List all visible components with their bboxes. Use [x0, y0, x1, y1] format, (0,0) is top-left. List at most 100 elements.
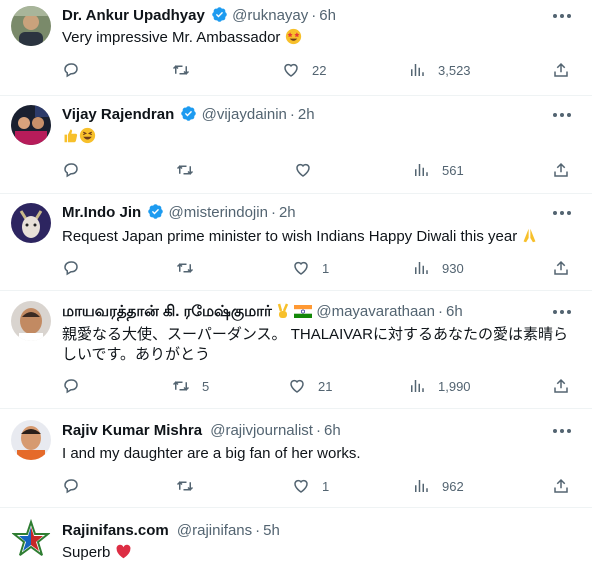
tweet-text: 親愛なる大使、スーパーダンス。 THALAIVARに対するあなたの愛は素晴らしい…: [62, 326, 568, 363]
tweet-text: I and my daughter are a big fan of her w…: [62, 445, 361, 462]
analytics-icon: [415, 164, 428, 176]
reply-icon: [64, 63, 78, 78]
views-button[interactable]: 962: [412, 476, 464, 496]
retweet-button[interactable]: [176, 160, 206, 180]
reply-button[interactable]: [62, 476, 92, 496]
retweet-button[interactable]: 5: [172, 376, 209, 396]
avatar[interactable]: [11, 301, 51, 341]
retweet-icon: [176, 481, 194, 491]
like-button[interactable]: 22: [282, 60, 326, 80]
red-heart-emoji-icon: [116, 544, 131, 559]
retweet-icon: [172, 381, 190, 391]
tweet-actions: 5 21 1,990: [62, 376, 578, 396]
timestamp[interactable]: 2h: [279, 204, 296, 221]
share-icon: [554, 260, 568, 275]
avatar[interactable]: [11, 203, 51, 243]
more-options-icon[interactable]: [552, 109, 572, 121]
retweet-button[interactable]: [172, 60, 202, 80]
folded-hands-emoji-icon: [523, 228, 536, 243]
display-name[interactable]: Mr.Indo Jin: [62, 204, 141, 221]
like-button[interactable]: 1: [292, 258, 329, 278]
heart-icon: [294, 261, 308, 275]
tweet[interactable]: Rajiv Kumar Mishra @rajivjournalist · 6h I…: [0, 410, 592, 508]
display-name[interactable]: Rajiv Kumar Mishra: [62, 422, 202, 439]
heart-icon: [296, 163, 310, 177]
tweet-actions: 22 3,523: [62, 60, 578, 80]
timestamp[interactable]: 6h: [446, 303, 463, 320]
retweet-icon: [176, 165, 194, 175]
star-struck-emoji-icon: [285, 28, 301, 45]
reply-button[interactable]: [62, 60, 92, 80]
more-options-icon[interactable]: [552, 425, 572, 437]
retweet-button[interactable]: [176, 258, 206, 278]
reply-button[interactable]: [62, 160, 92, 180]
display-name[interactable]: Vijay Rajendran: [62, 106, 174, 123]
like-button[interactable]: 21: [288, 376, 332, 396]
share-icon: [554, 162, 568, 177]
heart-icon: [290, 379, 304, 393]
tweet[interactable]: Dr. Ankur Upadhyay @ruknayay · 6h Very imp…: [0, 0, 592, 96]
share-icon: [554, 478, 568, 493]
views-button[interactable]: 1,990: [408, 376, 471, 396]
tweet-header: Mr.Indo Jin @misterindojin · 2h: [62, 204, 296, 221]
avatar[interactable]: [11, 105, 51, 145]
handle[interactable]: @ruknayay: [232, 7, 308, 24]
share-button[interactable]: [552, 258, 570, 278]
handle[interactable]: @rajivjournalist: [210, 422, 313, 439]
verified-badge-icon: [148, 204, 164, 219]
avatar[interactable]: [11, 420, 51, 460]
victory-hand-emoji-icon: [276, 303, 290, 319]
share-button[interactable]: [552, 476, 570, 496]
avatar[interactable]: [11, 6, 51, 46]
display-name[interactable]: Dr. Ankur Upadhyay: [62, 7, 205, 24]
views-button[interactable]: 561: [412, 160, 464, 180]
analytics-icon: [415, 262, 428, 274]
views-button[interactable]: 930: [412, 258, 464, 278]
tweet-header: Dr. Ankur Upadhyay @ruknayay · 6h: [62, 7, 336, 24]
display-name[interactable]: Rajinifans.com: [62, 522, 169, 539]
grinning-squinting-emoji-icon: [79, 127, 96, 144]
heart-icon: [284, 63, 298, 77]
handle[interactable]: @rajinifans: [177, 522, 252, 539]
tweet-header: Vijay Rajendran @vijaydainin · 2h: [62, 106, 315, 123]
india-flag-icon: [294, 304, 313, 318]
more-options-icon[interactable]: [552, 10, 572, 22]
reply-feed: Dr. Ankur Upadhyay @ruknayay · 6h Very imp…: [0, 0, 592, 566]
reply-icon: [64, 261, 78, 276]
retweet-icon: [176, 263, 194, 273]
verified-badge-icon: [181, 106, 197, 121]
timestamp[interactable]: 6h: [319, 7, 336, 24]
handle[interactable]: @mayavarathaan: [316, 303, 435, 320]
tweet-actions: 561: [62, 160, 578, 180]
handle[interactable]: @misterindojin: [169, 204, 268, 221]
tweet-header: மாயவரத்தான் கி. ரமேஷ்குமார் @mayavaratha…: [62, 303, 463, 320]
avatar[interactable]: [11, 519, 51, 559]
tweet-actions: 1 962: [62, 476, 578, 496]
views-button[interactable]: 3,523: [408, 60, 471, 80]
share-button[interactable]: [552, 60, 570, 80]
display-name[interactable]: மாயவரத்தான் கி. ரமேஷ்குமார்: [62, 303, 272, 320]
handle[interactable]: @vijaydainin: [202, 106, 287, 123]
share-icon: [554, 378, 568, 393]
tweet[interactable]: மாயவரத்தான் கி. ரமேஷ்குமார் @mayavaratha…: [0, 292, 592, 409]
timestamp[interactable]: 6h: [324, 422, 341, 439]
more-options-icon[interactable]: [552, 306, 572, 318]
timestamp[interactable]: 5h: [263, 522, 280, 539]
tweet-actions: 1 930: [62, 258, 578, 278]
tweet[interactable]: Rajinifans.com @rajinifans · 5h Superb: [0, 509, 592, 566]
retweet-button[interactable]: [176, 476, 206, 496]
more-options-icon[interactable]: [552, 207, 572, 219]
like-button[interactable]: [294, 160, 324, 180]
share-button[interactable]: [552, 160, 570, 180]
thumbs-up-emoji-icon: [64, 129, 78, 143]
timestamp[interactable]: 2h: [298, 106, 315, 123]
tweet-text: Request Japan prime minister to wish Ind…: [62, 227, 568, 247]
share-button[interactable]: [552, 376, 570, 396]
reply-button[interactable]: [62, 376, 92, 396]
tweet[interactable]: Mr.Indo Jin @misterindojin · 2h Request Ja…: [0, 195, 592, 291]
reply-button[interactable]: [62, 258, 92, 278]
tweet[interactable]: Vijay Rajendran @vijaydainin · 2h 561: [0, 97, 592, 194]
retweet-icon: [172, 65, 190, 75]
share-icon: [554, 62, 568, 77]
like-button[interactable]: 1: [292, 476, 329, 496]
